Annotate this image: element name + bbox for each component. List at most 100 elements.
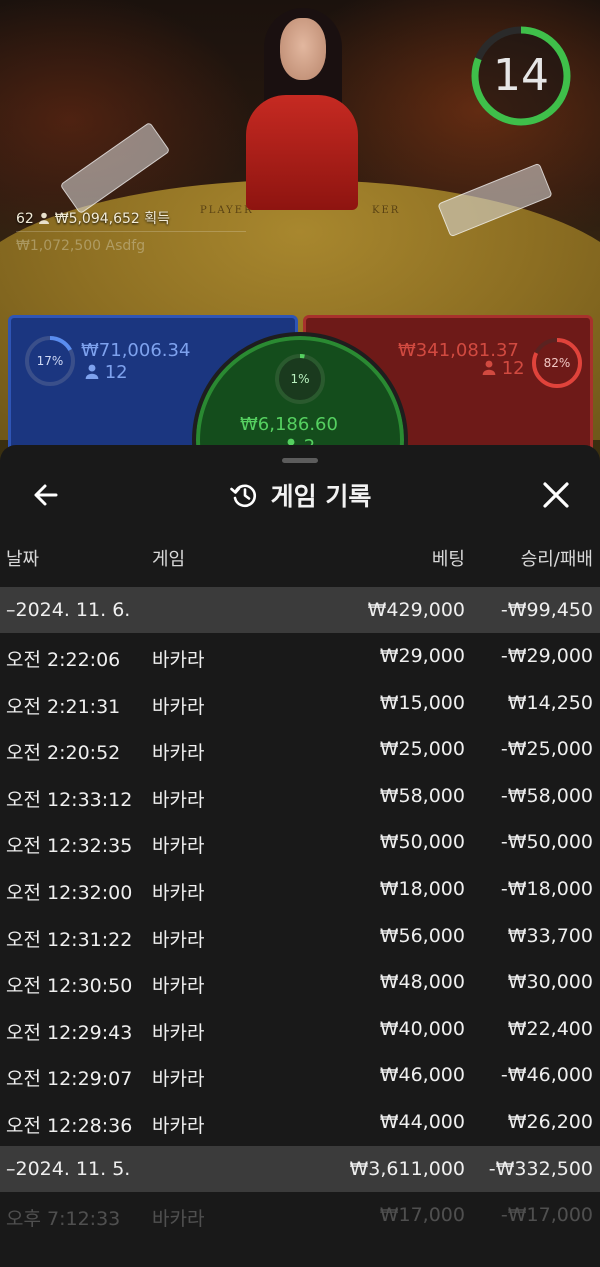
winners-count: 62	[16, 211, 34, 227]
table-row[interactable]: 오전 12:32:35 바카라 ₩50,000 -₩50,000	[0, 819, 600, 866]
group-result-total: -₩99,450	[500, 599, 593, 621]
row-time: 오전 12:30:50	[6, 975, 133, 998]
row-bet: ₩44,000	[379, 1110, 465, 1133]
row-bet: ₩40,000	[379, 1017, 465, 1040]
row-result: -₩18,000	[500, 877, 593, 900]
row-result: ₩30,000	[507, 971, 593, 994]
player-bettors-count: 12	[104, 362, 128, 383]
dealer-face	[280, 18, 326, 80]
player-bettors: 12	[85, 362, 128, 383]
row-bet: ₩46,000	[379, 1064, 465, 1087]
person-icon	[39, 212, 50, 224]
column-result: 승리/패배	[520, 549, 593, 570]
history-icon	[229, 484, 256, 508]
divider	[16, 231, 246, 232]
close-icon	[543, 482, 569, 508]
banker-bettors: 12	[482, 358, 525, 379]
felt-player-label: PLAYER	[200, 205, 254, 216]
row-time: 오전 2:22:06	[6, 649, 121, 671]
row-result: ₩14,250	[507, 691, 593, 714]
group-result-total: -₩332,500	[488, 1157, 593, 1180]
row-time: 오전 12:33:12	[6, 788, 133, 811]
date-group-row[interactable]: –2024. 11. 6. ₩429,000 -₩99,450	[0, 587, 600, 633]
table-row[interactable]: 오전 12:29:07 바카라 ₩46,000 -₩46,000	[0, 1052, 600, 1099]
row-time: 오후 7:12:33	[6, 1207, 121, 1230]
row-bet: ₩15,000	[379, 691, 465, 714]
row-game: 바카라	[152, 1068, 205, 1091]
history-table-header: 날짜 게임 베팅 승리/패배	[0, 545, 600, 579]
row-game: 바카라	[152, 1207, 205, 1230]
row-time: 오전 12:28:36	[6, 1114, 133, 1137]
table-row[interactable]: 오전 12:33:12 바카라 ₩58,000 -₩58,000	[0, 773, 600, 820]
row-bet: ₩29,000	[379, 645, 465, 667]
winners-suffix: 획득	[144, 211, 171, 227]
table-row[interactable]: 오전 12:32:00 바카라 ₩18,000 -₩18,000	[0, 866, 600, 913]
tie-percent: 1%	[290, 372, 310, 386]
row-result: -₩25,000	[500, 738, 593, 761]
row-game: 바카라	[152, 649, 205, 671]
group-date: –2024. 11. 5.	[6, 1157, 131, 1180]
row-game: 바카라	[152, 742, 205, 765]
row-game: 바카라	[152, 835, 205, 858]
felt-banker-label: KER	[372, 205, 401, 216]
column-game: 게임	[152, 549, 186, 570]
winners-amount: ₩5,094,652	[54, 211, 140, 227]
panel-title: 게임 기록	[270, 482, 372, 511]
group-date: –2024. 11. 6.	[6, 599, 131, 621]
row-result: -₩58,000	[500, 784, 593, 807]
timer-value: 14	[493, 50, 549, 101]
row-result: -₩17,000	[500, 1203, 593, 1226]
row-result: ₩22,400	[507, 1017, 593, 1040]
row-bet: ₩50,000	[379, 831, 465, 854]
table-row[interactable]: 오전 2:21:31 바카라 ₩15,000 ₩14,250	[0, 680, 600, 727]
row-time: 오전 12:29:07	[6, 1068, 133, 1091]
table-row[interactable]: 오전 12:31:22 바카라 ₩56,000 ₩33,700	[0, 913, 600, 960]
row-game: 바카라	[152, 1114, 205, 1137]
game-history-panel: 게임 기록 날짜 게임 베팅 승리/패배 –2024. 11. 6. ₩429,…	[0, 445, 600, 1267]
table-row[interactable]: 오전 12:30:50 바카라 ₩48,000 ₩30,000	[0, 959, 600, 1006]
dealer	[246, 95, 358, 210]
row-time: 오전 2:20:52	[6, 742, 121, 765]
drag-handle[interactable]	[282, 458, 318, 463]
countdown-timer: 14	[466, 24, 576, 134]
row-bet: ₩48,000	[379, 971, 465, 994]
table-row[interactable]: 오전 2:20:52 바카라 ₩25,000 -₩25,000	[0, 726, 600, 773]
close-button[interactable]	[536, 475, 576, 515]
row-time: 오전 2:21:31	[6, 695, 121, 718]
row-game: 바카라	[152, 1021, 205, 1044]
row-bet: ₩56,000	[379, 924, 465, 947]
tie-bet-amount: ₩6,186.60	[240, 414, 338, 435]
row-time: 오전 12:29:43	[6, 1021, 133, 1044]
column-bet: 베팅	[431, 549, 465, 570]
group-bet-total: ₩3,611,000	[349, 1157, 465, 1180]
history-table-body: –2024. 11. 6. ₩429,000 -₩99,450 오전 2:22:…	[0, 587, 600, 1238]
panel-header: 게임 기록	[0, 475, 600, 515]
row-time: 오전 12:32:00	[6, 881, 133, 904]
banker-percent: 82%	[543, 356, 571, 370]
column-date: 날짜	[6, 549, 40, 570]
person-icon	[85, 364, 99, 379]
table-row-partial[interactable]: 오후 7:12:33 바카라 ₩17,000 -₩17,000	[0, 1192, 600, 1239]
row-bet: ₩25,000	[379, 738, 465, 761]
table-row[interactable]: 오전 2:22:06 바카라 ₩29,000 -₩29,000	[0, 633, 600, 680]
winners-summary: 62 ₩5,094,652 획득	[16, 208, 170, 228]
row-game: 바카라	[152, 975, 205, 998]
row-result: ₩26,200	[507, 1110, 593, 1133]
row-game: 바카라	[152, 881, 205, 904]
row-bet: ₩17,000	[379, 1203, 465, 1226]
player-bet-amount: ₩71,006.34	[81, 340, 191, 361]
row-result: -₩50,000	[500, 831, 593, 854]
row-time: 오전 12:31:22	[6, 928, 133, 951]
row-game: 바카라	[152, 928, 205, 951]
date-group-row[interactable]: –2024. 11. 5. ₩3,611,000 -₩332,500	[0, 1145, 600, 1192]
player-percent: 17%	[36, 354, 64, 368]
row-bet: ₩18,000	[379, 877, 465, 900]
table-row[interactable]: 오전 12:28:36 바카라 ₩44,000 ₩26,200	[0, 1099, 600, 1146]
top-winner: ₩1,072,500 Asdfg	[16, 238, 146, 254]
row-result: -₩46,000	[500, 1064, 593, 1087]
table-row[interactable]: 오전 12:29:43 바카라 ₩40,000 ₩22,400	[0, 1006, 600, 1053]
person-icon	[482, 360, 496, 375]
banker-bettors-count: 12	[501, 358, 525, 379]
row-result: -₩29,000	[500, 645, 593, 667]
row-bet: ₩58,000	[379, 784, 465, 807]
